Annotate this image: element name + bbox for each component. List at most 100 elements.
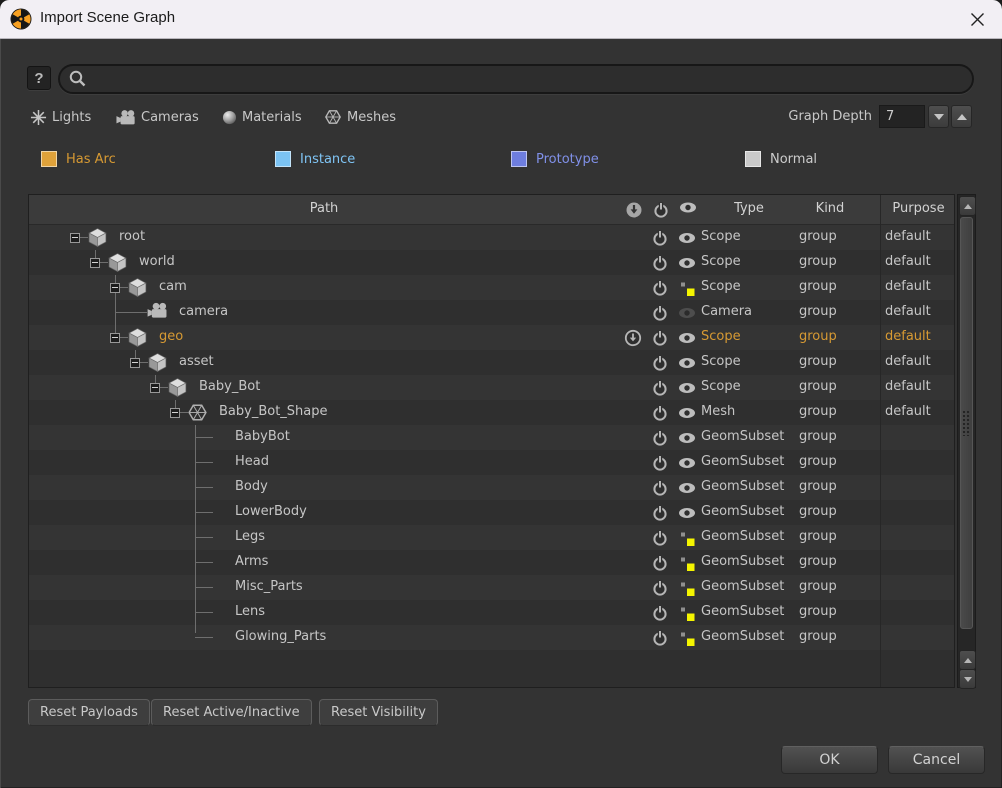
collapse-toggle[interactable] (90, 258, 100, 268)
close-button[interactable] (964, 7, 990, 31)
filter-cameras[interactable]: Cameras (116, 106, 199, 128)
visibility-override-icon[interactable] (678, 629, 696, 647)
cell-purpose: default (885, 279, 931, 294)
active-toggle-icon[interactable] (651, 454, 669, 472)
graph-depth-input[interactable]: 7 (879, 105, 925, 128)
active-toggle-icon[interactable] (651, 354, 669, 372)
collapse-toggle[interactable] (130, 358, 140, 368)
visibility-toggle-icon[interactable] (678, 354, 696, 372)
visibility-toggle-icon[interactable] (678, 229, 696, 247)
collapse-toggle[interactable] (150, 383, 160, 393)
collapse-toggle[interactable] (70, 233, 80, 243)
visibility-toggle-icon[interactable] (678, 329, 696, 347)
cell-type: Scope (701, 229, 741, 244)
tree-row-world[interactable]: world (29, 250, 954, 275)
filter-materials[interactable]: Materials (222, 106, 302, 128)
help-button[interactable]: ? (27, 66, 51, 90)
visibility-override-icon[interactable] (678, 554, 696, 572)
prim-cube-icon (127, 277, 148, 298)
visibility-toggle-icon[interactable] (678, 254, 696, 272)
chevron-up-icon (964, 204, 972, 209)
tree-row-Glowing_Parts[interactable]: Glowing_Parts (29, 625, 954, 650)
active-toggle-icon[interactable] (651, 579, 669, 597)
visibility-toggle-icon[interactable] (678, 504, 696, 522)
active-toggle-icon[interactable] (651, 479, 669, 497)
cell-kind: group (799, 379, 837, 394)
active-toggle-icon[interactable] (651, 279, 669, 297)
active-toggle-icon[interactable] (651, 254, 669, 272)
tree-row-BabyBot[interactable]: BabyBot (29, 425, 954, 450)
tree-row-camera[interactable]: camera (29, 300, 954, 325)
visibility-toggle-icon[interactable] (678, 429, 696, 447)
search-input[interactable] (98, 71, 962, 88)
tree-row-Lens[interactable]: Lens (29, 600, 954, 625)
titlebar[interactable]: Import Scene Graph (0, 0, 1002, 39)
active-toggle-icon[interactable] (651, 404, 669, 422)
visibility-override-icon[interactable] (678, 529, 696, 547)
scrollbar-grip-icon (962, 410, 971, 436)
active-toggle-icon[interactable] (651, 604, 669, 622)
filter-meshes[interactable]: Meshes (324, 106, 396, 128)
reset-visibility-button[interactable]: Reset Visibility (319, 699, 438, 726)
tree-row-asset[interactable]: asset (29, 350, 954, 375)
visibility-override-icon[interactable] (678, 604, 696, 622)
filter-lights[interactable]: Lights (30, 106, 91, 128)
tree-line (135, 350, 136, 358)
visibility-override-icon[interactable] (678, 579, 696, 597)
active-toggle-icon[interactable] (651, 379, 669, 397)
reset-active-inactive-button[interactable]: Reset Active/Inactive (151, 699, 312, 726)
payload-loaded-icon[interactable] (624, 329, 642, 347)
tree-row-Body[interactable]: Body (29, 475, 954, 500)
dialog-body: ? Lights (0, 39, 1002, 788)
tree-row-LowerBody[interactable]: LowerBody (29, 500, 954, 525)
collapse-toggle[interactable] (110, 333, 120, 343)
prim-name: world (139, 254, 175, 269)
cancel-button[interactable]: Cancel (888, 746, 985, 774)
tree-row-Legs[interactable]: Legs (29, 525, 954, 550)
active-toggle-icon[interactable] (651, 329, 669, 347)
collapse-toggle[interactable] (110, 283, 120, 293)
tree-line (95, 250, 96, 258)
graph-depth-decrement-button[interactable] (928, 105, 949, 128)
scroll-up-button[interactable] (959, 196, 976, 216)
tree-row-root[interactable]: root (29, 225, 954, 250)
cell-type: GeomSubset (701, 629, 784, 644)
active-toggle-icon[interactable] (651, 629, 669, 647)
mesh-icon (187, 402, 208, 423)
houdini-logo-icon (10, 8, 32, 30)
tree-row-geo[interactable]: geo (29, 325, 954, 350)
cell-type: Scope (701, 279, 741, 294)
active-toggle-icon[interactable] (651, 504, 669, 522)
table-scrollbar[interactable] (957, 194, 976, 688)
scrollbar-thumb[interactable] (960, 217, 973, 629)
search-box[interactable] (58, 64, 974, 94)
column-divider (880, 195, 881, 687)
visibility-toggle-dim-icon[interactable] (678, 304, 696, 322)
active-toggle-icon[interactable] (651, 554, 669, 572)
visibility-override-icon[interactable] (678, 279, 696, 297)
tree-row-Misc_Parts[interactable]: Misc_Parts (29, 575, 954, 600)
active-toggle-icon[interactable] (651, 429, 669, 447)
cell-type: GeomSubset (701, 579, 784, 594)
tree-row-Arms[interactable]: Arms (29, 550, 954, 575)
tree-row-Baby_Bot_Shape[interactable]: Baby_Bot_Shape (29, 400, 954, 425)
tree-row-cam[interactable]: cam (29, 275, 954, 300)
tree-row-Head[interactable]: Head (29, 450, 954, 475)
visibility-toggle-icon[interactable] (678, 404, 696, 422)
cell-kind: group (799, 579, 837, 594)
active-toggle-icon[interactable] (651, 304, 669, 322)
visibility-toggle-icon[interactable] (678, 454, 696, 472)
tree-row-Baby_Bot[interactable]: Baby_Bot (29, 375, 954, 400)
scroll-down-button[interactable] (959, 669, 976, 689)
graph-depth-increment-button[interactable] (951, 105, 972, 128)
collapse-toggle[interactable] (170, 408, 180, 418)
reset-payloads-button[interactable]: Reset Payloads (28, 699, 150, 726)
prim-name: geo (159, 329, 183, 344)
active-toggle-icon[interactable] (651, 229, 669, 247)
ok-button[interactable]: OK (781, 746, 878, 774)
search-icon (68, 69, 88, 89)
active-toggle-icon[interactable] (651, 529, 669, 547)
visibility-toggle-icon[interactable] (678, 479, 696, 497)
scroll-up-button-bottom[interactable] (959, 650, 976, 670)
visibility-toggle-icon[interactable] (678, 379, 696, 397)
